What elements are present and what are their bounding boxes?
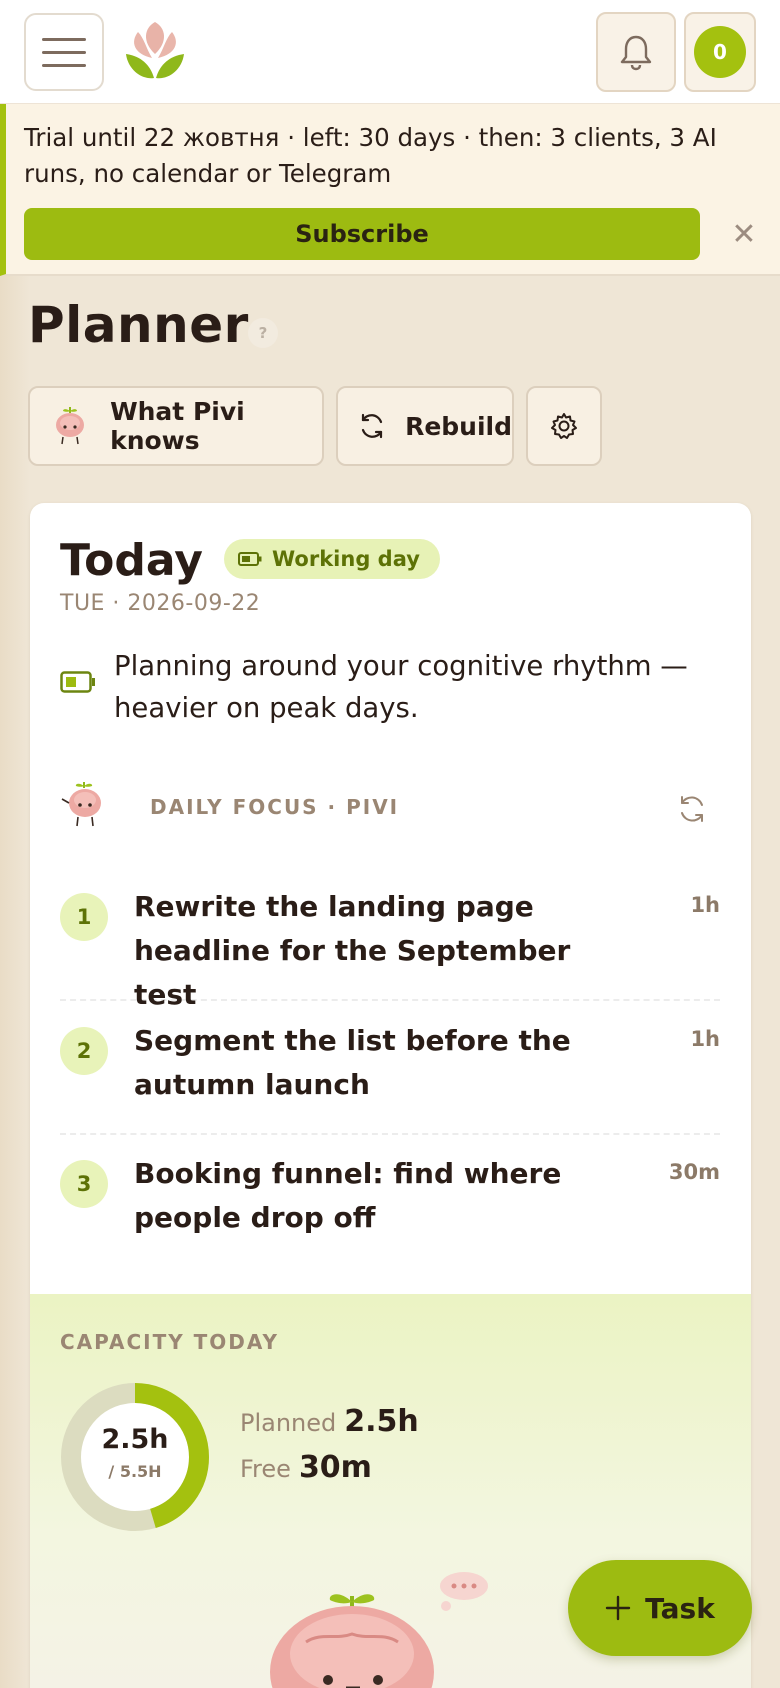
task-duration: 1h (690, 1027, 720, 1051)
add-task-label: Task (645, 1591, 715, 1625)
rhythm-description: Planning around your cognitive rhythm — … (114, 650, 688, 724)
trial-message: Trial until 22 жовтня · left: 30 days · … (24, 123, 717, 188)
task-title: Rewrite the landing page headline for th… (134, 890, 571, 1011)
rebuild-button[interactable]: Rebuild (336, 386, 514, 466)
pivi-mascot-illustration (270, 1572, 488, 1688)
task-number: 3 (60, 1160, 108, 1208)
daily-focus-header: DAILY FOCUS · PIVI (60, 779, 710, 835)
rebuild-label: Rebuild (405, 411, 512, 441)
plus-icon (605, 1595, 631, 1621)
bell-icon (620, 35, 652, 71)
date-line: TUE · 2026-09-22 (60, 591, 261, 616)
profile-button[interactable]: 0 (684, 12, 756, 92)
task-title: Booking funnel: find where people drop o… (134, 1157, 562, 1234)
hamburger-icon (42, 37, 86, 41)
planned-value: 2.5h (344, 1404, 419, 1439)
task-duration: 30m (668, 1160, 720, 1184)
what-pivi-knows-label: What Pivi knows (110, 397, 245, 455)
task-number: 2 (60, 1027, 108, 1075)
capacity-ring (61, 1383, 209, 1531)
avatar: 0 (694, 26, 746, 78)
focus-task-2[interactable]: 2 Segment the list before the autumn lau… (60, 1019, 720, 1135)
planned-row: Planned 2.5h (240, 1404, 419, 1439)
refresh-icon (338, 411, 405, 441)
task-title: Segment the list before the autumn launc… (134, 1024, 571, 1101)
focus-task-1[interactable]: 1 Rewrite the landing page headline for … (60, 885, 720, 1011)
subscribe-button[interactable]: Subscribe (24, 208, 700, 260)
battery-icon (238, 552, 262, 566)
today-card: Today Working day TUE · 2026-09-22 Plann… (30, 503, 751, 1688)
trial-banner: Trial until 22 жовтня · left: 30 days · … (0, 104, 780, 276)
free-label: Free (240, 1455, 291, 1483)
add-task-button[interactable]: Task (568, 1560, 752, 1656)
working-day-badge: Working day (224, 539, 440, 579)
battery-icon (60, 671, 95, 693)
notifications-button[interactable] (596, 12, 676, 92)
focus-task-3[interactable]: 3 Booking funnel: find where people drop… (60, 1152, 720, 1268)
task-number: 1 (60, 893, 108, 941)
help-button[interactable]: ? (248, 318, 278, 348)
menu-button[interactable] (24, 13, 104, 91)
day-type-label: Working day (272, 547, 420, 571)
capacity-total: / 5.5H (108, 1462, 162, 1481)
pivi-mascot-icon (30, 405, 110, 447)
planner-settings-button[interactable] (526, 386, 602, 466)
pivi-mascot-icon (61, 782, 101, 827)
gear-icon (551, 413, 577, 439)
capacity-label: CAPACITY TODAY (60, 1330, 279, 1354)
page-title: Planner (28, 296, 249, 354)
refresh-icon[interactable] (674, 791, 710, 827)
what-pivi-knows-button[interactable]: What Pivi knows (28, 386, 324, 466)
task-duration: 1h (690, 893, 720, 917)
daily-focus-label: DAILY FOCUS · PIVI (150, 795, 400, 819)
capacity-planned-value: 2.5h (101, 1424, 169, 1455)
planned-label: Planned (240, 1409, 337, 1437)
lotus-logo-icon[interactable] (122, 18, 188, 84)
free-row: Free 30m (240, 1450, 372, 1485)
today-title: Today (60, 535, 203, 586)
close-icon[interactable]: ✕ (724, 210, 764, 258)
free-value: 30m (298, 1450, 372, 1485)
top-bar: 0 (0, 0, 780, 104)
page-side-shade (0, 276, 30, 1688)
